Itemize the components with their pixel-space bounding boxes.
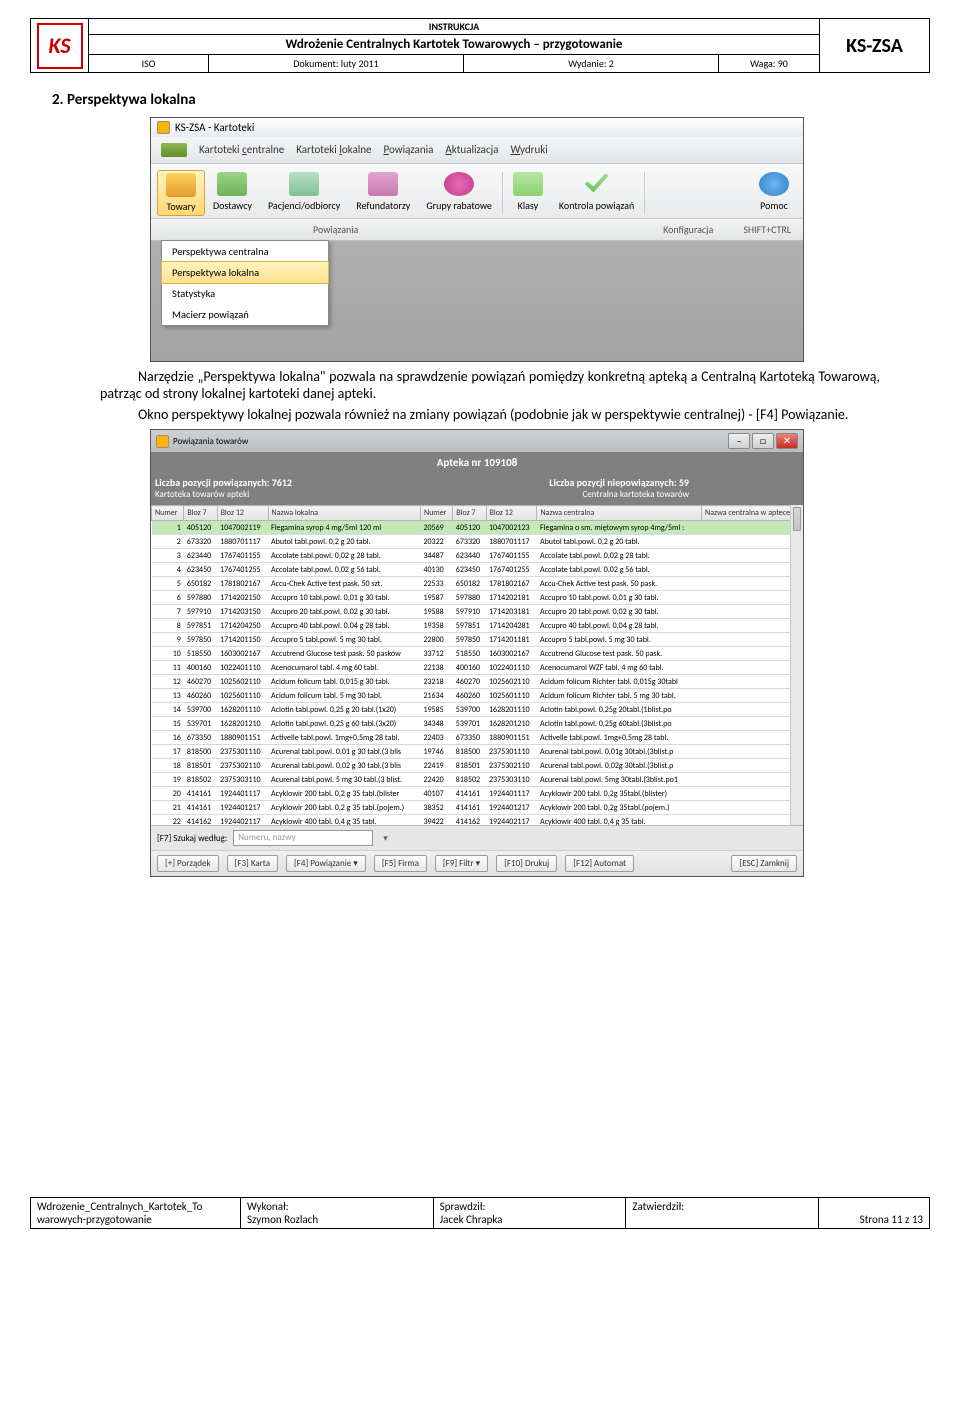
- count-linked: Liczba pozycji powiązanych: 7612: [155, 476, 292, 489]
- close-btn[interactable]: [ESC] Zamknij: [731, 855, 797, 872]
- doc-footer: Wdrozenie_Centralnych_Kartotek_Towarowyc…: [30, 1197, 930, 1229]
- sub-label: Konfiguracja: [663, 223, 713, 236]
- table-row[interactable]: 14051201047002119Flegamina syrop 4 mg/5m…: [152, 521, 803, 535]
- scrollbar[interactable]: [790, 505, 803, 825]
- subtitle: Kartoteka towarów apteki: [155, 489, 249, 500]
- weight: Waga: 90: [719, 55, 819, 72]
- table-row[interactable]: 85978511714204250Accupro 40 tabl.powl. 0…: [152, 619, 803, 633]
- menu-item[interactable]: Powiązania: [384, 143, 434, 157]
- doc-date: Dokument: luty 2011: [209, 55, 464, 72]
- window-title: KS-ZSA - Kartoteki: [175, 121, 254, 134]
- count-unlinked: Liczba pozycji niepowiązanych: 59: [549, 476, 689, 489]
- table-row[interactable]: 224141621924402117Acyklowir 400 tabl. 0,…: [152, 815, 803, 826]
- table-row[interactable]: 56501821781802167Accu-Chek Active test p…: [152, 577, 803, 591]
- edition: Wydanie: 2: [464, 55, 719, 72]
- menu-icon[interactable]: [161, 143, 187, 157]
- footer-button[interactable]: [+] Porządek: [157, 855, 219, 872]
- col-header[interactable]: Nazwa centralna w aptece: [702, 506, 803, 521]
- table-row[interactable]: 36234401767401155Accolate tabl.powl. 0,0…: [152, 549, 803, 563]
- doc-header: INSTRUKCJA Wdrożenie Centralnych Kartote…: [30, 18, 930, 73]
- screenshot-powiazania: Powiązania towarów ‒ □ ✕ Apteka nr 10910…: [150, 429, 804, 877]
- dd-item[interactable]: Macierz powiązań: [162, 304, 328, 325]
- apteka-header: Apteka nr 109108: [151, 452, 803, 473]
- tb-klasy[interactable]: Klasy: [505, 170, 551, 216]
- menu-item[interactable]: Aktualizacja: [445, 143, 498, 157]
- maximize-button[interactable]: □: [752, 433, 774, 449]
- col-header[interactable]: Nazwa centralna: [537, 506, 702, 521]
- table-row[interactable]: 204141611924401117Acyklowir 200 tabl. 0,…: [152, 787, 803, 801]
- data-table: NumerBloz 7Bloz 12Nazwa lokalnaNumerBloz…: [151, 505, 803, 825]
- app-icon: [157, 121, 170, 134]
- menu-item[interactable]: Wydruki: [511, 143, 548, 157]
- app-code: KS-ZSA: [819, 19, 929, 72]
- table-row[interactable]: 188185012375302110Acurenal tabl.powl. 0,…: [152, 759, 803, 773]
- footer-button[interactable]: [F9] Filtr ▾: [435, 855, 488, 872]
- col-header[interactable]: Numer: [152, 506, 184, 521]
- table-row[interactable]: 214141611924401217Acyklowir 200 tabl. 0,…: [152, 801, 803, 815]
- tb-dostawcy[interactable]: Dostawcy: [205, 170, 260, 216]
- table-row[interactable]: 124602701025602110Acidum folicum tabl. 0…: [152, 675, 803, 689]
- instr-label: INSTRUKCJA: [89, 19, 819, 35]
- table-row[interactable]: 75979101714203150Accupro 20 tabl.powl. 0…: [152, 605, 803, 619]
- footer-button[interactable]: [F5] Firma: [374, 855, 427, 872]
- section-title: 2. Perspektywa lokalna: [52, 91, 930, 109]
- dd-item-selected[interactable]: Perspektywa lokalna: [161, 261, 329, 284]
- table-row[interactable]: 105185501603002167Accutrend Glucose test…: [152, 647, 803, 661]
- table-row[interactable]: 134602601025601110Acidum folicum tabl. 5…: [152, 689, 803, 703]
- footer-button[interactable]: [F4] Powiązanie ▾: [286, 855, 366, 872]
- table-row[interactable]: 114001601022401110Acenocumarol tabl. 4 m…: [152, 661, 803, 675]
- sub-label: SHIFT+CTRL: [743, 223, 791, 236]
- screenshot-kartoteki: KS-ZSA - Kartoteki Kartoteki centralne K…: [150, 117, 804, 362]
- menu-item[interactable]: Kartoteki lokalne: [296, 143, 371, 157]
- col-header[interactable]: Bloz 12: [486, 506, 537, 521]
- col-header[interactable]: Nazwa lokalna: [268, 506, 420, 521]
- paragraph: Narzędzie „Perspektywa lokalna" pozwala …: [100, 368, 880, 402]
- footer-button[interactable]: [F3] Karta: [227, 855, 278, 872]
- dropdown-menu: Perspektywa centralna Perspektywa lokaln…: [161, 240, 329, 326]
- table-row[interactable]: 26733201880701117Abutol tabl.powl. 0,2 g…: [152, 535, 803, 549]
- ks-logo: [37, 23, 83, 69]
- paragraph: Okno perspektywy lokalnej pozwala równie…: [100, 406, 880, 423]
- search-label: [F7] Szukaj według:: [157, 833, 227, 844]
- toolbar: Towary Dostawcy Pacjenci/odbiorcy Refund…: [151, 164, 803, 219]
- tb-kontrola[interactable]: Kontrola powiązań: [551, 170, 642, 216]
- table-row[interactable]: 46234501767401255Accolate tabl.powl. 0,0…: [152, 563, 803, 577]
- table-row[interactable]: 166733501880901151Activelle tabl.powl. 1…: [152, 731, 803, 745]
- close-button[interactable]: ✕: [776, 433, 798, 449]
- doc-title: Wdrożenie Centralnych Kartotek Towarowyc…: [89, 35, 819, 55]
- dd-item[interactable]: Statystyka: [162, 283, 328, 304]
- col-header[interactable]: Bloz 7: [453, 506, 486, 521]
- table-row[interactable]: 178185002375301110Acurenal tabl.powl. 0,…: [152, 745, 803, 759]
- table-row[interactable]: 95978501714201150Accupro 5 tabl.powl. 5 …: [152, 633, 803, 647]
- iso-label: ISO: [89, 55, 209, 72]
- menu-item[interactable]: Kartoteki centralne: [199, 143, 284, 157]
- window-title: Powiązania towarów: [173, 436, 248, 447]
- search-input[interactable]: Numeru, nazwy: [233, 830, 373, 846]
- tb-refund[interactable]: Refundatorzy: [348, 170, 418, 216]
- tb-pacjenci[interactable]: Pacjenci/odbiorcy: [260, 170, 348, 216]
- tb-pomoc[interactable]: Pomoc: [751, 170, 797, 216]
- subtitle: Centralna kartoteka towarów: [583, 489, 690, 500]
- table-row[interactable]: 155397011628201210Aclotin tabl.powl. 0,2…: [152, 717, 803, 731]
- dd-item[interactable]: Perspektywa centralna: [162, 241, 328, 262]
- footer-button[interactable]: [F10] Drukuj: [496, 855, 557, 872]
- app-icon: [156, 435, 169, 448]
- tb-grupy[interactable]: Grupy rabatowe: [418, 170, 500, 216]
- minimize-button[interactable]: ‒: [728, 433, 750, 449]
- table-row[interactable]: 198185022375303110Acurenal tabl.powl. 5 …: [152, 773, 803, 787]
- tb-towary[interactable]: Towary: [157, 170, 205, 216]
- sub-label: Powiązania: [313, 223, 358, 236]
- table-row[interactable]: 65978801714202150Accupro 10 tabl.powl. 0…: [152, 591, 803, 605]
- col-header[interactable]: Numer: [420, 506, 452, 521]
- col-header[interactable]: Bloz 7: [184, 506, 217, 521]
- footer-button[interactable]: [F12] Automat: [565, 855, 634, 872]
- table-row[interactable]: 145397001628201110Aclotin tabl.powl. 0,2…: [152, 703, 803, 717]
- page-number: Strona 11 z 13: [819, 1198, 929, 1228]
- menu-bar[interactable]: Kartoteki centralne Kartoteki lokalne Po…: [151, 137, 803, 164]
- col-header[interactable]: Bloz 12: [217, 506, 268, 521]
